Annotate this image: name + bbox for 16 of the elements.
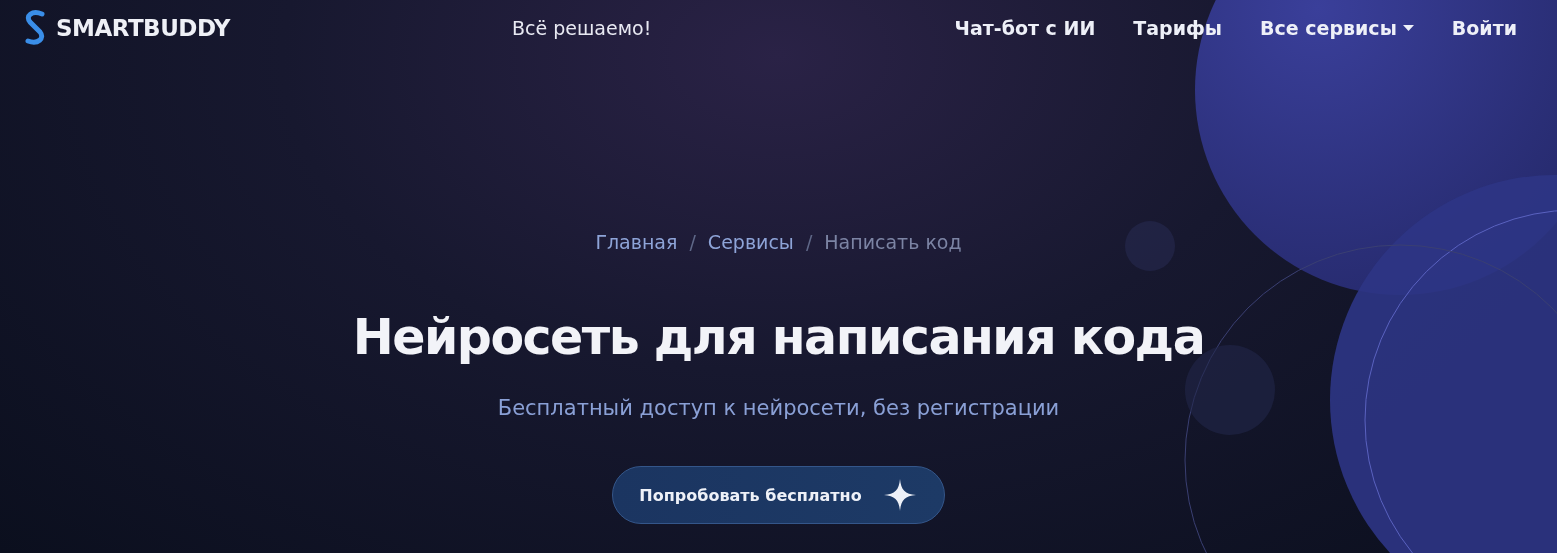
nav-dropdown[interactable]: Все сервисы (1260, 17, 1414, 39)
breadcrumb-separator: / (689, 231, 696, 253)
tagline: Всё решаемо! (512, 17, 652, 39)
hero-title: Нейросеть для написания кода (352, 309, 1205, 366)
try-free-button[interactable]: Попробовать бесплатно (612, 466, 945, 524)
breadcrumb-link[interactable]: Главная (595, 231, 678, 253)
caret-icon (1402, 25, 1414, 31)
breadcrumb-current: Написать код (824, 231, 962, 253)
logo-icon (22, 10, 48, 46)
breadcrumb-separator: / (805, 231, 813, 253)
nav-link[interactable]: Войти (1451, 17, 1517, 39)
logo-text[interactable]: SMARTBUDDY (56, 15, 230, 41)
nav-link[interactable]: Чат-бот с ИИ (954, 17, 1096, 39)
nav-link[interactable]: Тарифы (1133, 17, 1223, 39)
hero-subtitle: Бесплатный доступ к нейросети, без регистрации (497, 396, 1060, 420)
breadcrumb-link[interactable]: Сервисы (707, 231, 794, 253)
